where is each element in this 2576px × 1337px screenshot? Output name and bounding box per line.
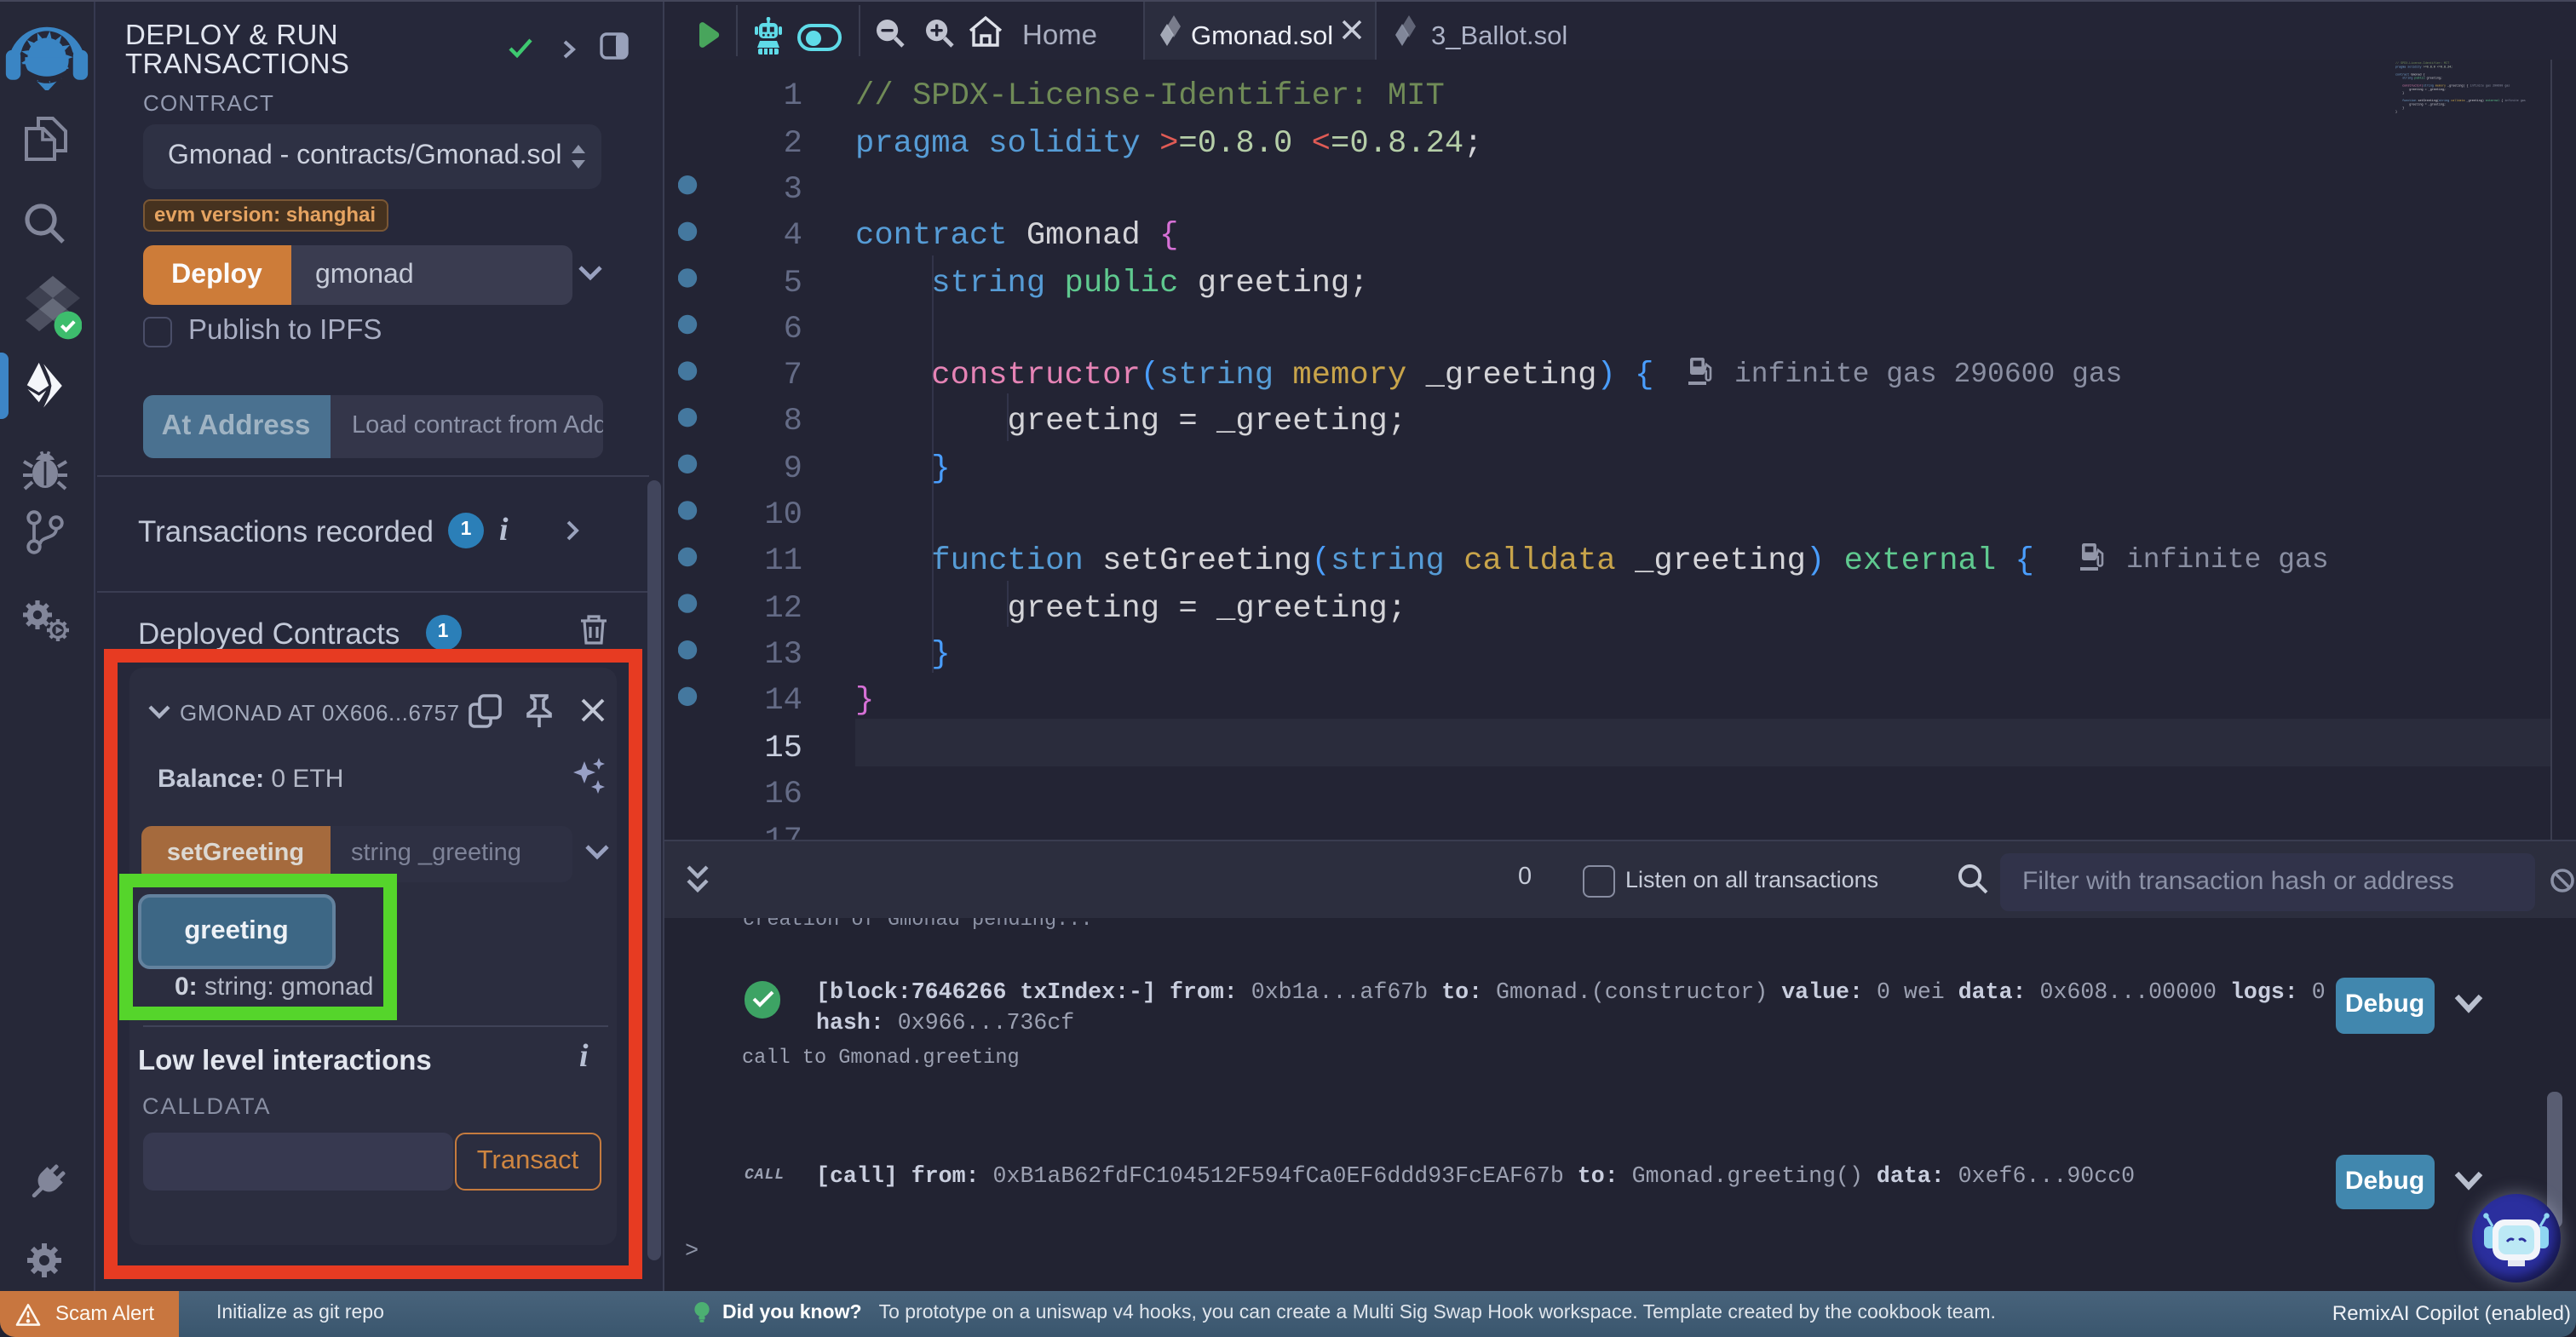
svg-text:function setGreeting(string ca: function setGreeting(string calldata _gr…	[2395, 99, 2526, 103]
svg-text:// SPDX-License-Identifier: MI: // SPDX-License-Identifier: MIT	[2395, 61, 2450, 66]
svg-text:contract Gmonad {: contract Gmonad {	[2395, 72, 2425, 77]
svg-text:constructor(string memory _gre: constructor(string memory _greeting) { i…	[2395, 83, 2510, 88]
